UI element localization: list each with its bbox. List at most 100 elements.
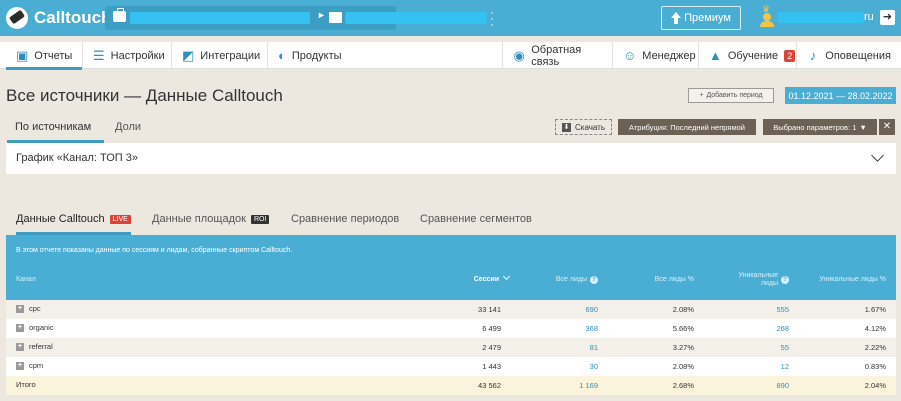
sessions-value: 6 499: [482, 324, 501, 333]
total-sessions: 43 562: [478, 381, 501, 390]
table-row[interactable]: + cpc 33 141 690 2.08% 555 1.67%: [6, 300, 896, 319]
sort-desc-icon: [502, 272, 511, 281]
total-leads-link[interactable]: 1 169: [526, 381, 598, 390]
chevron-down-icon[interactable]: [871, 149, 884, 162]
briefcase-icon: [113, 8, 126, 22]
channel-name: cpc: [29, 304, 41, 313]
add-period-button[interactable]: + Добавить период: [688, 88, 774, 103]
unique-leads-link[interactable]: 12: [706, 362, 789, 371]
col-sessions[interactable]: Сессии: [446, 272, 511, 283]
total-leads-pct: 2.68%: [672, 381, 694, 390]
nav-notifications-label: Оповещения: [825, 49, 891, 62]
expand-plus-icon[interactable]: +: [16, 342, 24, 351]
help-icon[interactable]: ?: [781, 276, 789, 284]
tab-platforms-label: Данные площадок: [152, 213, 246, 225]
logout-icon[interactable]: ➜: [880, 10, 895, 25]
sessions-value: 33 141: [478, 305, 501, 314]
feedback-icon: ◉: [513, 47, 525, 63]
unique-leads-link[interactable]: 555: [706, 305, 789, 314]
nav-integrations-label: Интеграции: [200, 49, 261, 62]
unique-leads-link[interactable]: 268: [706, 324, 789, 333]
tab-shares[interactable]: Доли: [115, 116, 141, 143]
roi-badge: ROI: [250, 215, 270, 224]
col-unique-leads-label-1: Уникальные: [738, 272, 778, 279]
download-button[interactable]: ⬇ Скачать: [555, 119, 612, 135]
report-table: В этом отчете показаны данные по сессиям…: [6, 235, 896, 395]
tab-platforms-data[interactable]: Данные площадок ROI: [152, 209, 270, 235]
tab-by-sources[interactable]: По источникам: [7, 116, 104, 143]
nav-feedback-label: Обратная связь: [531, 43, 582, 68]
leads-link[interactable]: 30: [526, 362, 598, 371]
close-icon[interactable]: ✕: [879, 119, 895, 135]
leads-link[interactable]: 81: [526, 343, 598, 352]
download-label: Скачать: [575, 122, 605, 132]
project-selector[interactable]: ► · · ·: [105, 6, 494, 30]
table-row[interactable]: + organic 6 499 368 5.66% 268 4.12%: [6, 319, 896, 338]
expand-plus-icon[interactable]: +: [16, 323, 24, 332]
top-bar: Calltouch ► · · · Премиум ♛ ru ➜: [0, 0, 901, 36]
app-name: Calltouch: [34, 8, 112, 27]
filter-icon: ▼: [859, 122, 867, 132]
row-channel: + referral: [16, 342, 53, 351]
nav-feedback[interactable]: ◉ Обратная связь: [502, 42, 613, 69]
main-nav: ▣ Отчеты ☰ Настройки ◩ Интеграции ◐ Прод…: [0, 42, 901, 70]
sessions-value: 1 443: [482, 362, 501, 371]
channel-name: referral: [29, 342, 53, 351]
col-unique-leads-pct[interactable]: Уникальные лиды %: [796, 276, 886, 283]
nav-products[interactable]: ◐ Продукты: [268, 42, 350, 69]
nav-settings[interactable]: ☰ Настройки: [83, 42, 172, 69]
params-filter-button[interactable]: Выбрано параметров: 1 ▼: [763, 119, 877, 135]
expand-plus-icon[interactable]: +: [16, 304, 24, 313]
user-icon[interactable]: [760, 9, 774, 27]
total-unique-pct: 2.04%: [864, 381, 886, 390]
breadcrumb-arrow-icon: ►: [317, 10, 326, 20]
premium-label: Премиум: [684, 12, 731, 24]
leads-link[interactable]: 690: [526, 305, 598, 314]
date-range-picker[interactable]: 01.12.2021 — 28.02.2022: [785, 87, 896, 104]
manager-icon: ☺: [623, 47, 637, 63]
nav-manager[interactable]: ☺ Менеджер: [613, 42, 699, 69]
tab-compare-segments[interactable]: Сравнение сегментов: [420, 209, 532, 235]
unique-pct-value: 1.67%: [864, 305, 886, 314]
table-row[interactable]: + cpm 1 443 30 2.08% 12 0.83%: [6, 357, 896, 376]
nav-reports[interactable]: ▣ Отчеты: [6, 42, 83, 70]
unique-pct-value: 4.12%: [864, 324, 886, 333]
chart-panel-title: График «Канал: ТОП 3»: [16, 152, 138, 164]
channel-name: cpm: [29, 361, 44, 370]
attribution-button[interactable]: Атрибуция: Последний непрямой: [618, 119, 756, 135]
total-unique-link[interactable]: 890: [706, 381, 789, 390]
reports-icon: ▣: [16, 47, 29, 63]
col-all-leads[interactable]: Все лиды?: [526, 276, 598, 284]
help-icon[interactable]: ?: [590, 276, 598, 284]
row-channel: + cpm: [16, 361, 43, 370]
leads-pct-value: 3.27%: [672, 343, 694, 352]
plus-icon: +: [699, 92, 704, 99]
user-email-suffix[interactable]: ru: [864, 11, 874, 23]
download-icon: ⬇: [562, 122, 571, 132]
nav-integrations[interactable]: ◩ Интеграции: [172, 42, 268, 69]
tab-calltouch-data[interactable]: Данные Calltouch LIVE: [16, 209, 131, 235]
chart-panel[interactable]: График «Канал: ТОП 3»: [6, 143, 896, 174]
expand-plus-icon[interactable]: +: [16, 361, 24, 370]
col-channel[interactable]: Канал: [16, 276, 36, 283]
nav-training[interactable]: ▲ Обучение 2: [699, 42, 797, 69]
more-dots-icon[interactable]: · · ·: [489, 6, 495, 30]
col-unique-leads[interactable]: Уникальные лиды ?: [706, 272, 789, 288]
integrations-icon: ◩: [182, 47, 195, 63]
params-label: Выбрано параметров: 1: [773, 122, 857, 132]
user-email-redacted[interactable]: [778, 12, 864, 23]
live-badge: LIVE: [109, 215, 131, 224]
unique-pct-value: 2.22%: [864, 343, 886, 352]
tab-compare-periods[interactable]: Сравнение периодов: [291, 209, 399, 235]
col-all-leads-pct[interactable]: Все лиды %: [616, 276, 694, 283]
table-row[interactable]: + referral 2 479 81 3.27% 55 2.22%: [6, 338, 896, 357]
leads-pct-value: 2.08%: [672, 305, 694, 314]
unique-leads-link[interactable]: 55: [706, 343, 789, 352]
leads-pct-value: 5.66%: [672, 324, 694, 333]
leads-link[interactable]: 368: [526, 324, 598, 333]
bell-icon: ♪: [809, 47, 817, 63]
calltouch-logo[interactable]: Calltouch: [6, 6, 111, 30]
premium-button[interactable]: Премиум: [661, 6, 741, 30]
site-icon: [329, 12, 342, 23]
nav-notifications[interactable]: ♪ Оповещения: [797, 42, 901, 69]
